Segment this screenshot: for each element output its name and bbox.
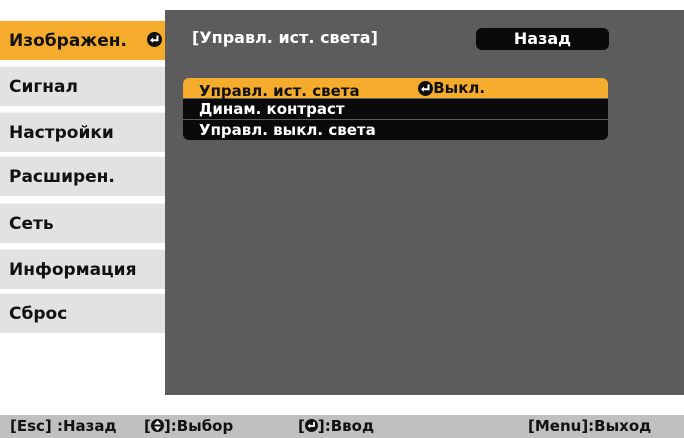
sidebar-item-image[interactable]: Изображен. (0, 20, 168, 60)
sidebar-item-signal[interactable]: Сигнал (0, 66, 175, 106)
enter-icon (147, 32, 162, 47)
sidebar-item-label: Настройки (9, 123, 114, 143)
hint-bracket: [ (144, 417, 151, 435)
row-label: Управл. выкл. света (199, 121, 376, 139)
sidebar-item-label: Изображен. (9, 31, 127, 51)
enter-icon (304, 419, 318, 432)
sidebar-item-settings[interactable]: Настройки (0, 112, 175, 152)
sidebar-item-reset[interactable]: Сброс (0, 293, 175, 333)
sidebar: Изображен. Сигнал Настройки Расширен. Се… (0, 0, 180, 400)
menu-row-light-off-control[interactable]: Управл. выкл. света (183, 120, 608, 140)
panel-title: [Управл. ист. света] (192, 28, 378, 47)
hint-select-label: ]:Выбор (163, 417, 234, 435)
row-value: Выкл. (418, 78, 485, 98)
settings-panel: [Управл. ист. света] Назад Управл. ист. … (165, 10, 684, 395)
row-label: Динам. контраст (199, 100, 345, 118)
row-value-text: Выкл. (433, 79, 486, 97)
sidebar-item-info[interactable]: Информация (0, 249, 175, 289)
sidebar-item-network[interactable]: Сеть (0, 203, 175, 243)
hint-exit: [Menu]:Выход (528, 417, 652, 435)
sidebar-item-label: Сигнал (9, 77, 78, 97)
back-button[interactable]: Назад (476, 28, 609, 50)
hint-back: [Esc] :Назад (10, 417, 117, 435)
menu-row-light-source-control[interactable]: Управл. ист. света Выкл. (183, 78, 608, 100)
sidebar-item-label: Информация (9, 260, 137, 280)
hint-enter: [ ]:Ввод (298, 415, 374, 438)
hint-bracket: [ (298, 417, 305, 435)
updown-arrows-icon (150, 419, 164, 432)
hint-enter-label: ]:Ввод (317, 417, 375, 435)
enter-icon (418, 80, 434, 96)
sidebar-item-label: Сброс (9, 304, 68, 324)
hint-select: [ ]:Выбор (144, 415, 233, 438)
menu-row-dynamic-contrast[interactable]: Динам. контраст (183, 99, 608, 119)
row-label: Управл. ист. света (199, 81, 360, 100)
footer-hints: [Esc] :Назад [ ]:Выбор [ ]:Ввод [Menu]:Вых… (0, 415, 684, 438)
sidebar-item-label: Расширен. (9, 167, 115, 187)
sidebar-item-label: Сеть (9, 214, 54, 234)
sidebar-item-extended[interactable]: Расширен. (0, 156, 175, 196)
